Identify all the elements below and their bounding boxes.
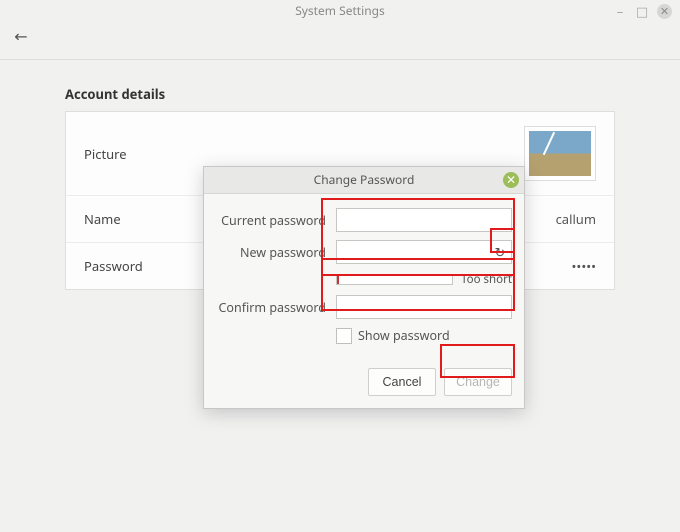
- name-label: Name: [84, 210, 121, 228]
- window-controls: – □ ✕: [613, 3, 672, 19]
- section-title: Account details: [65, 85, 615, 103]
- change-button[interactable]: Change: [444, 368, 512, 396]
- dialog-title: Change Password: [314, 171, 415, 188]
- confirm-password-input[interactable]: [336, 295, 512, 319]
- field-confirm-password: Confirm password: [216, 295, 512, 319]
- password-strength-fill: [337, 276, 339, 284]
- current-password-input[interactable]: [336, 208, 512, 232]
- title-bar: System Settings – □ ✕: [0, 0, 680, 21]
- confirm-password-label: Confirm password: [216, 299, 336, 316]
- password-label: Password: [84, 257, 143, 275]
- cancel-button[interactable]: Cancel: [368, 368, 436, 396]
- dialog-body: Current password New password ↻ Too shor…: [204, 194, 524, 356]
- avatar-button[interactable]: [524, 126, 596, 181]
- window-title: System Settings: [295, 2, 385, 19]
- minimize-icon[interactable]: –: [613, 4, 627, 18]
- picture-label: Picture: [84, 145, 127, 163]
- show-password-row: Show password: [336, 327, 512, 344]
- generate-password-button[interactable]: ↻: [490, 242, 510, 262]
- password-value[interactable]: •••••: [572, 257, 596, 275]
- current-password-label: Current password: [216, 212, 336, 229]
- dialog-close-icon[interactable]: ✕: [503, 172, 519, 188]
- toolbar: ←: [0, 21, 680, 60]
- arrow-left-icon: ←: [14, 25, 27, 47]
- maximize-icon[interactable]: □: [635, 4, 649, 18]
- change-password-dialog: Change Password ✕ Current password New p…: [203, 166, 525, 409]
- new-password-label: New password: [216, 244, 336, 261]
- refresh-icon: ↻: [495, 243, 506, 261]
- field-new-password: New password ↻: [216, 240, 512, 264]
- password-strength-meter: [336, 275, 453, 285]
- close-icon[interactable]: ✕: [657, 4, 672, 19]
- back-button[interactable]: ←: [10, 25, 32, 47]
- show-password-checkbox[interactable]: [336, 328, 352, 344]
- dialog-actions: Cancel Change: [204, 356, 524, 408]
- password-strength-row: Too short: [336, 272, 512, 287]
- name-value[interactable]: callum: [556, 210, 596, 228]
- new-password-input[interactable]: [336, 240, 512, 264]
- field-current-password: Current password: [216, 208, 512, 232]
- avatar-image: [529, 131, 591, 176]
- password-strength-text: Too short: [461, 272, 512, 287]
- show-password-label: Show password: [358, 327, 450, 344]
- dialog-title-bar: Change Password ✕: [204, 167, 524, 194]
